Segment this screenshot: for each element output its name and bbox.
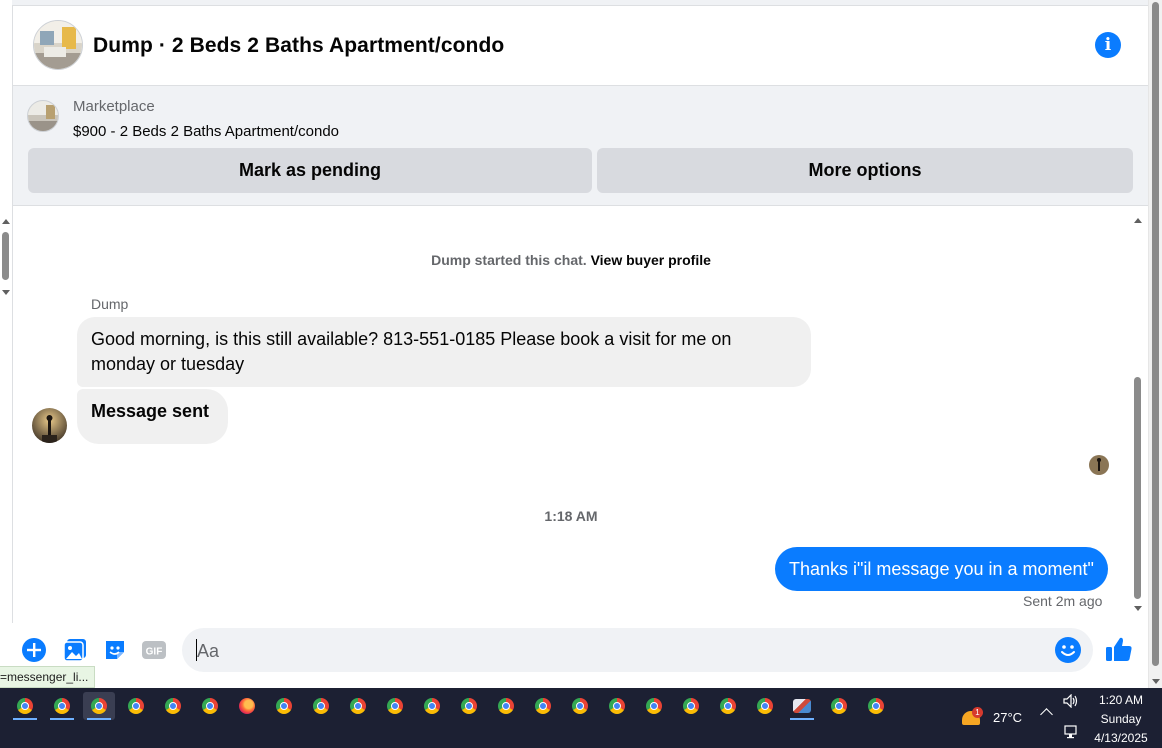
marketplace-listing-panel: Marketplace $900 - 2 Beds 2 Baths Apartm… bbox=[13, 86, 1149, 206]
more-options-button[interactable]: More options bbox=[597, 148, 1133, 193]
weather-badge: 1 bbox=[972, 707, 983, 718]
page-scrollbar[interactable] bbox=[1148, 0, 1162, 688]
read-receipt-avatar bbox=[1089, 455, 1109, 475]
clock-time: 1:20 AM bbox=[1098, 693, 1144, 707]
clock-day: Sunday bbox=[1100, 712, 1142, 726]
system-clock[interactable]: 1:20 AM Sunday 4/13/2025 bbox=[1087, 691, 1155, 748]
plus-circle-icon[interactable] bbox=[21, 637, 47, 663]
taskbar-chrome-icon[interactable] bbox=[453, 692, 485, 720]
scroll-down-arrow-icon[interactable] bbox=[1134, 606, 1142, 611]
message-input-placeholder: Aa bbox=[197, 641, 220, 661]
sender-avatar[interactable] bbox=[32, 408, 67, 443]
conversation-title: Dump · 2 Beds 2 Baths Apartment/condo bbox=[93, 34, 505, 57]
taskbar-chrome-icon[interactable] bbox=[527, 692, 559, 720]
chat-started-text: Dump started this chat. bbox=[431, 252, 587, 268]
sender-name: Dump bbox=[91, 296, 129, 312]
taskbar-chrome-icon[interactable] bbox=[564, 692, 596, 720]
marketplace-label: Marketplace bbox=[73, 98, 155, 115]
taskbar-chrome-icon[interactable] bbox=[120, 692, 152, 720]
message-composer: GIF Aa bbox=[0, 623, 1148, 679]
taskbar-chrome-icon[interactable] bbox=[860, 692, 892, 720]
sent-status: Sent 2m ago bbox=[1023, 593, 1103, 609]
taskbar-chrome-icon[interactable] bbox=[194, 692, 226, 720]
scrollbar-thumb[interactable] bbox=[1152, 2, 1159, 666]
scroll-down-arrow-icon[interactable] bbox=[1152, 679, 1160, 684]
taskbar-chrome-icon[interactable] bbox=[712, 692, 744, 720]
taskbar-chrome-icon[interactable] bbox=[416, 692, 448, 720]
thumbs-up-icon[interactable] bbox=[1105, 635, 1133, 663]
scroll-down-arrow-icon[interactable] bbox=[2, 290, 10, 295]
messages-scrollbar[interactable] bbox=[1132, 214, 1144, 614]
taskbar-chrome-icon[interactable] bbox=[157, 692, 189, 720]
taskbar-chrome-icon[interactable] bbox=[675, 692, 707, 720]
taskbar-chrome-icon[interactable] bbox=[749, 692, 781, 720]
listing-thumbnail[interactable] bbox=[27, 100, 59, 132]
message-input[interactable]: Aa bbox=[182, 628, 1093, 672]
taskbar-chrome-icon[interactable] bbox=[9, 692, 41, 720]
windows-taskbar: 1 27°C 1:20 AM Sunday 4/13/2025 bbox=[0, 688, 1162, 748]
scroll-up-arrow-icon[interactable] bbox=[1134, 218, 1142, 223]
chevron-up-icon[interactable] bbox=[1040, 708, 1053, 721]
taskbar-firefox-icon[interactable] bbox=[231, 692, 263, 720]
taskbar-chrome-icon[interactable] bbox=[46, 692, 78, 720]
outgoing-message-bubble[interactable]: Thanks i"il message you in a moment" bbox=[775, 547, 1108, 591]
clock-date: 4/13/2025 bbox=[1094, 731, 1148, 745]
browser-status-url: =messenger_li... bbox=[0, 666, 96, 688]
photo-icon[interactable] bbox=[62, 637, 88, 663]
listing-avatar[interactable] bbox=[33, 20, 83, 70]
view-buyer-profile-link[interactable]: View buyer profile bbox=[591, 252, 711, 268]
scrollbar-thumb[interactable] bbox=[1134, 377, 1141, 599]
taskbar-chrome-icon[interactable] bbox=[342, 692, 374, 720]
chat-started-notice: Dump started this chat. View buyer profi… bbox=[0, 252, 1142, 268]
speaker-icon[interactable] bbox=[1063, 693, 1079, 713]
incoming-message-bubble[interactable]: Message sent bbox=[77, 389, 229, 444]
network-icon[interactable] bbox=[1064, 725, 1080, 744]
gif-icon[interactable]: GIF bbox=[141, 637, 167, 663]
taskbar-chrome-icon[interactable] bbox=[638, 692, 670, 720]
taskbar-chrome-icon[interactable] bbox=[490, 692, 522, 720]
temperature[interactable]: 27°C bbox=[993, 710, 1022, 725]
taskbar-chrome-icon[interactable] bbox=[601, 692, 633, 720]
weather-icon[interactable]: 1 bbox=[960, 707, 984, 727]
listing-title[interactable]: $900 - 2 Beds 2 Baths Apartment/condo bbox=[73, 123, 339, 140]
taskbar-chrome-icon[interactable] bbox=[823, 692, 855, 720]
taskbar-app-icon[interactable] bbox=[786, 692, 818, 720]
gif-label: GIF bbox=[146, 647, 163, 658]
taskbar-chrome-icon[interactable] bbox=[83, 692, 115, 720]
message-timestamp: 1:18 AM bbox=[544, 508, 598, 524]
scroll-up-arrow-icon[interactable] bbox=[2, 219, 10, 224]
taskbar-chrome-icon[interactable] bbox=[379, 692, 411, 720]
incoming-message-bubble[interactable]: Good morning, is this still available? 8… bbox=[77, 317, 811, 387]
mark-as-pending-button[interactable]: Mark as pending bbox=[28, 148, 592, 193]
emoji-icon[interactable] bbox=[1055, 637, 1081, 663]
taskbar-chrome-icon[interactable] bbox=[268, 692, 300, 720]
conversation-header: Dump · 2 Beds 2 Baths Apartment/condo i bbox=[13, 6, 1149, 86]
taskbar-chrome-icon[interactable] bbox=[305, 692, 337, 720]
info-icon[interactable]: i bbox=[1095, 32, 1121, 58]
sticker-icon[interactable] bbox=[102, 637, 128, 663]
